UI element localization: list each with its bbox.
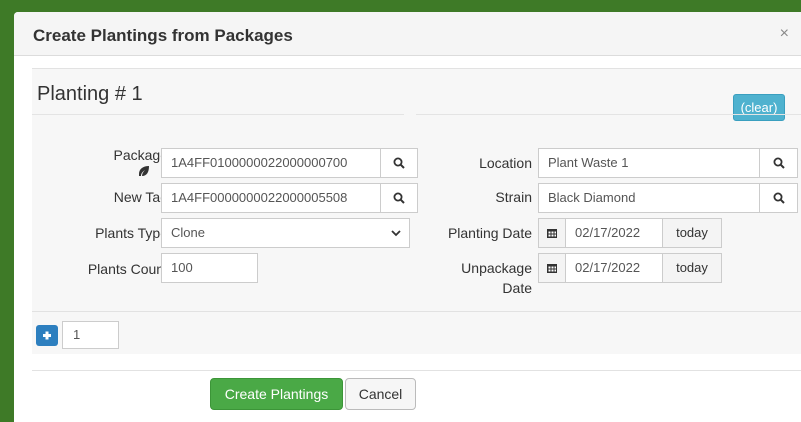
plants-type-label: Plants Type — [95, 225, 168, 241]
planting-title: Planting # 1 — [37, 83, 143, 105]
modal-header: Create Plantings from Packages × — [14, 12, 801, 56]
new-tag-input[interactable]: 1A4FF0000000022000005508 — [161, 183, 381, 213]
planting-date-input[interactable]: 02/17/2022 — [565, 218, 663, 248]
create-plantings-modal: Create Plantings from Packages × Plantin… — [14, 12, 801, 422]
close-icon[interactable]: × — [780, 25, 789, 43]
add-planting-button[interactable] — [36, 325, 58, 346]
plants-type-select[interactable]: Clone — [161, 218, 410, 248]
location-input[interactable]: Plant Waste 1 — [538, 148, 760, 178]
planting-panel: Planting # 1 (clear) Package 1A4FF010000… — [32, 68, 801, 354]
divider — [32, 370, 801, 371]
location-search-button[interactable] — [759, 148, 798, 178]
unpackage-date-label-line2: Date — [502, 280, 532, 296]
package-input[interactable]: 1A4FF0100000022000000700 — [161, 148, 381, 178]
strain-input[interactable]: Black Diamond — [538, 183, 760, 213]
new-tag-search-button[interactable] — [380, 183, 418, 213]
plants-count-label: Plants Count — [87, 261, 168, 277]
new-tag-label: New Tag — [113, 189, 168, 205]
leaf-icon — [139, 166, 149, 176]
location-label: Location — [479, 155, 532, 171]
planting-date-today-button[interactable]: today — [662, 218, 722, 248]
divider — [32, 311, 801, 312]
plants-type-value: Clone — [171, 225, 205, 240]
search-icon — [773, 157, 785, 169]
modal-title: Create Plantings from Packages — [33, 26, 293, 45]
unpackage-date-calendar-button[interactable] — [538, 253, 566, 283]
clear-button[interactable]: (clear) — [733, 94, 785, 121]
calendar-icon — [547, 264, 557, 273]
calendar-icon — [547, 229, 557, 238]
search-icon — [393, 157, 405, 169]
search-icon — [393, 192, 405, 204]
planting-date-calendar-button[interactable] — [538, 218, 566, 248]
divider — [32, 114, 404, 115]
unpackage-date-label-line1: Unpackage — [461, 260, 532, 276]
package-search-button[interactable] — [380, 148, 418, 178]
strain-search-button[interactable] — [759, 183, 798, 213]
plants-count-input[interactable]: 100 — [161, 253, 258, 283]
divider — [416, 114, 801, 115]
chevron-down-icon — [391, 230, 401, 237]
create-plantings-button[interactable]: Create Plantings — [210, 378, 343, 410]
planting-date-label: Planting Date — [447, 225, 532, 241]
cancel-button[interactable]: Cancel — [345, 378, 416, 410]
search-icon — [773, 192, 785, 204]
package-label: Package — [113, 147, 168, 163]
plus-icon — [43, 331, 51, 340]
strain-label: Strain — [495, 189, 532, 205]
unpackage-date-today-button[interactable]: today — [662, 253, 722, 283]
add-count-input[interactable]: 1 — [62, 321, 119, 349]
unpackage-date-input[interactable]: 02/17/2022 — [565, 253, 663, 283]
